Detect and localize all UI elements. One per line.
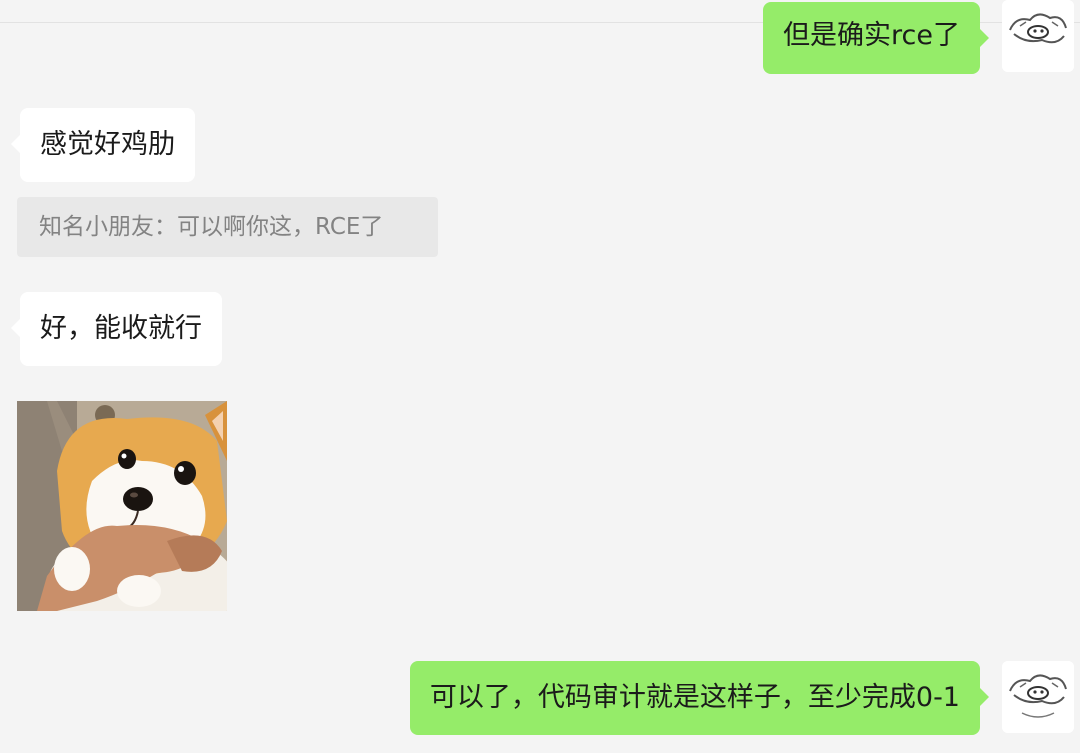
message-text: 好，能收就行 xyxy=(40,313,202,344)
message-bubble-self[interactable]: 但是确实rce了 xyxy=(763,2,989,74)
message-text: 但是确实rce了 xyxy=(783,20,960,51)
corgi-dog-icon xyxy=(17,401,227,611)
quoted-message[interactable]: 知名小朋友：可以啊你这，RCE了 xyxy=(17,197,438,257)
message-bubble-self[interactable]: 可以了，代码审计就是这样子，至少完成0-1 xyxy=(409,661,990,735)
sketch-avatar-icon xyxy=(1002,661,1074,733)
quote-text: 知名小朋友：可以啊你这，RCE了 xyxy=(39,214,384,240)
self-avatar[interactable] xyxy=(1002,661,1074,733)
message-bubble-other[interactable]: 好，能收就行 xyxy=(11,292,222,366)
message-bubble-other[interactable]: 感觉好鸡肋 xyxy=(11,108,195,182)
corgi-sticker[interactable] xyxy=(17,401,227,611)
message-text: 感觉好鸡肋 xyxy=(40,129,175,160)
sketch-avatar-icon xyxy=(1002,0,1074,72)
self-avatar[interactable] xyxy=(1002,0,1074,72)
message-text: 可以了，代码审计就是这样子，至少完成0-1 xyxy=(429,682,960,713)
